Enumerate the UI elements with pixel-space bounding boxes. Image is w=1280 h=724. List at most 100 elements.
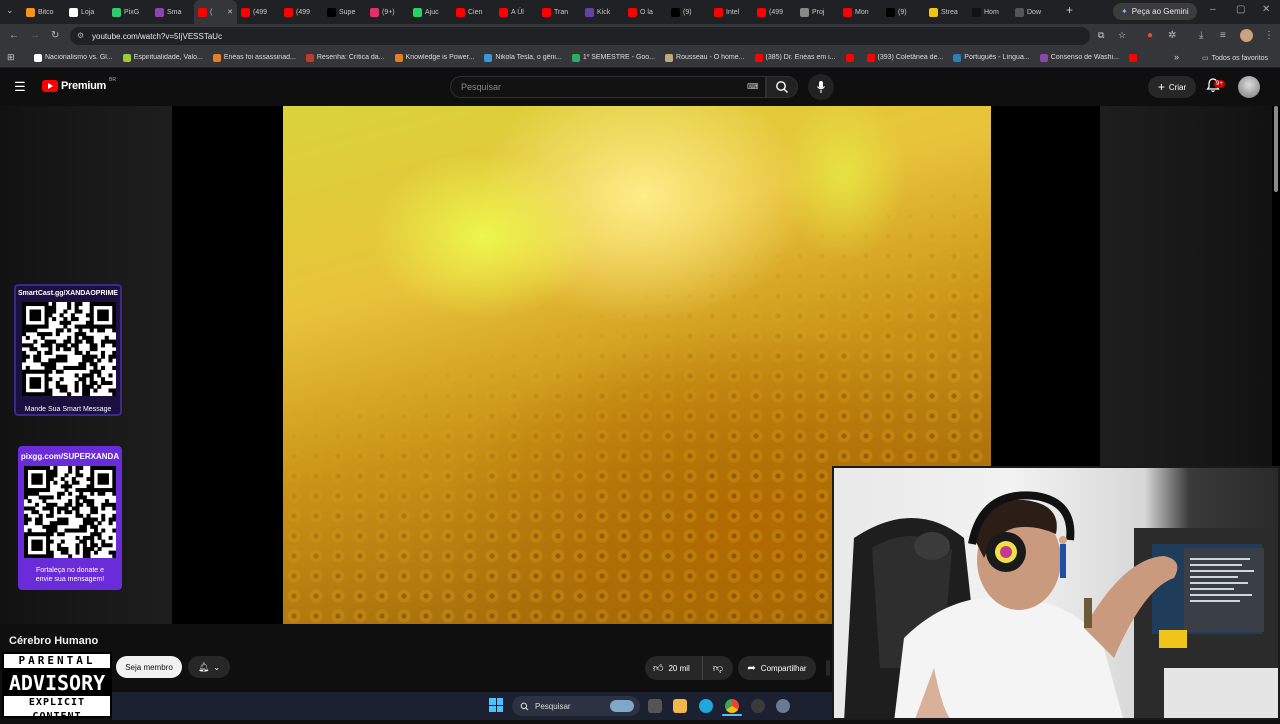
bookmark-item[interactable]: 1º SEMESTRE - Goo... (571, 53, 655, 62)
bookmark-item[interactable]: Resenha: Crítica da... (305, 53, 385, 62)
chrome-icon[interactable] (725, 699, 739, 713)
browser-tab[interactable]: A Úl (495, 0, 538, 24)
bookmark-star-icon[interactable]: ☆ (1118, 30, 1126, 41)
bookmark-item[interactable]: Nikola Tesla, o gêni... (484, 53, 562, 62)
qr1-title: SmartCast.gg/XANDAOPRIME (18, 290, 118, 297)
media-control-icon[interactable]: ≡ (1220, 30, 1226, 41)
hamburger-menu-icon[interactable]: ☰ (14, 79, 26, 95)
apps-grid-icon[interactable]: ⊞ (7, 52, 15, 63)
browser-tab[interactable]: (9) (667, 0, 710, 24)
browser-tab-strip: ⌄ Bitco Loja PixG Sma(✕ (499 (499 Supe (9+) Ajuc… (0, 0, 1280, 24)
more-actions-button[interactable] (826, 660, 830, 676)
ask-gemini-button[interactable]: ✦ Peça ao Gemini (1113, 3, 1197, 20)
bookmark-label: Nikola Tesla, o gêni... (495, 54, 562, 61)
address-bar[interactable]: ⚙ youtube.com/watch?v=5IjVESSTaUc ⧉ ☆ (70, 27, 1126, 45)
more-bookmarks-icon[interactable]: » (1174, 52, 1179, 62)
file-explorer-icon[interactable] (673, 699, 687, 713)
youtube-header: ☰ Premium BR Pesquisar ⌨ + Criar (0, 68, 1280, 106)
browser-tab[interactable]: (499 (237, 0, 280, 24)
minimize-icon[interactable]: – (1210, 4, 1216, 15)
bookmark-item[interactable]: Knowledge is Power... (394, 53, 474, 62)
download-icon[interactable]: ⤓ (1199, 30, 1203, 41)
channel-avatar[interactable] (1238, 76, 1260, 98)
close-tab-icon[interactable]: ✕ (227, 8, 233, 16)
keyboard-icon[interactable]: ⌨ (747, 82, 759, 91)
tab-favicon-icon (542, 7, 551, 17)
bookmark-item[interactable]: Espiritualidade, Valo... (122, 53, 203, 62)
bookmark-label: Português - Língua... (964, 54, 1030, 61)
browser-tab[interactable]: Hom (968, 0, 1011, 24)
bookmark-item[interactable]: Rousseau - O home... (665, 53, 745, 62)
search-input[interactable]: Pesquisar ⌨ (450, 76, 766, 98)
youtube-premium-logo[interactable]: Premium BR (42, 77, 116, 92)
profile-avatar[interactable] (1240, 29, 1253, 42)
browser-tab[interactable]: (499 (280, 0, 323, 24)
bookmark-item[interactable]: (393) Coletânea de... (866, 53, 943, 62)
dislike-button[interactable]: 👎︎ (703, 656, 733, 680)
browser-tab[interactable]: Dow (1011, 0, 1054, 24)
bookmark-item[interactable]: Consenso de Washi... (1039, 53, 1119, 62)
notification-count-badge: 9+ (1214, 80, 1225, 88)
edge-icon[interactable] (699, 699, 713, 713)
browser-tab[interactable]: Supe (323, 0, 366, 24)
bookmark-item[interactable] (845, 53, 857, 62)
windows-start-icon[interactable] (489, 698, 503, 712)
smartcast-qr-card: SmartCast.gg/XANDAOPRIME Mande Sua Smart… (14, 284, 122, 416)
bookmark-favicon-icon (754, 53, 763, 62)
join-membership-button[interactable]: Seja membro (116, 656, 182, 678)
browser-tab[interactable]: Intel (710, 0, 753, 24)
settings-gear-icon[interactable] (776, 699, 790, 713)
browser-tab[interactable]: Ajuc (409, 0, 452, 24)
forward-arrow-icon[interactable]: → (30, 30, 40, 41)
search-button[interactable] (766, 76, 798, 98)
browser-tab[interactable]: (✕ (194, 0, 237, 24)
advisory-line1: PARENTAL (4, 654, 110, 670)
browser-menu-icon[interactable]: ⋮ (1264, 30, 1274, 41)
browser-tab[interactable]: PixG (108, 0, 151, 24)
browser-tab[interactable]: Loja (65, 0, 108, 24)
browser-tab[interactable]: Bitco (22, 0, 65, 24)
site-info-icon[interactable]: ⚙ (77, 31, 84, 40)
browser-tab[interactable]: (9) (882, 0, 925, 24)
bookmark-item[interactable]: Nacionalismo vs. Gl... (34, 53, 113, 62)
bookmark-item[interactable]: Português - Língua... (953, 53, 1030, 62)
subscribed-bell-button[interactable]: 🔔︎ ⌄ (188, 656, 230, 678)
voice-search-button[interactable] (808, 74, 834, 100)
install-app-icon[interactable]: ⧉ (1098, 30, 1104, 41)
browser-tab[interactable]: (499 (753, 0, 796, 24)
tab-favicon-icon (671, 7, 680, 17)
extensions-puzzle-icon[interactable]: ✲ (1168, 30, 1176, 41)
browser-tab[interactable]: Sma (151, 0, 194, 24)
browser-tab[interactable]: Kick (581, 0, 624, 24)
like-button[interactable]: 👍︎ 20 mil (645, 656, 703, 680)
taskbar-search[interactable]: Pesquisar (512, 696, 640, 716)
all-bookmarks-folder[interactable]: ▭ Todos os favoritos (1202, 54, 1268, 63)
scrollbar-thumb[interactable] (1274, 106, 1278, 192)
browser-tab[interactable]: Mon (839, 0, 882, 24)
tab-favicon-icon (499, 7, 508, 17)
extension-icon[interactable]: ● (1147, 30, 1153, 41)
tab-list-chevron-icon[interactable]: ⌄ (6, 5, 14, 16)
new-tab-button[interactable]: + (1066, 3, 1073, 17)
close-window-icon[interactable]: ✕ (1262, 4, 1270, 15)
streamer-webcam (832, 466, 1280, 720)
back-arrow-icon[interactable]: ← (9, 30, 19, 41)
bookmark-item[interactable]: (385) Dr. Enéas em i... (754, 53, 836, 62)
browser-tab[interactable]: O la (624, 0, 667, 24)
page-scrollbar[interactable] (1272, 106, 1280, 192)
browser-tab[interactable]: Proj (796, 0, 839, 24)
tab-favicon-icon (69, 7, 78, 17)
browser-tab[interactable]: Cien (452, 0, 495, 24)
tab-favicon-icon (886, 7, 895, 17)
reload-icon[interactable]: ↻ (51, 30, 59, 41)
create-button[interactable]: + Criar (1148, 76, 1196, 98)
bookmark-item[interactable]: Enéas foi assassinad... (212, 53, 296, 62)
maximize-icon[interactable]: ▢ (1236, 4, 1245, 15)
share-button[interactable]: ➦ Compartilhar (738, 656, 816, 680)
bookmark-item[interactable] (1128, 53, 1140, 62)
browser-tab[interactable]: Tran (538, 0, 581, 24)
obs-icon[interactable] (751, 699, 765, 713)
browser-tab[interactable]: (9+) (366, 0, 409, 24)
task-view-icon[interactable] (648, 699, 662, 713)
browser-tab[interactable]: Strea (925, 0, 968, 24)
